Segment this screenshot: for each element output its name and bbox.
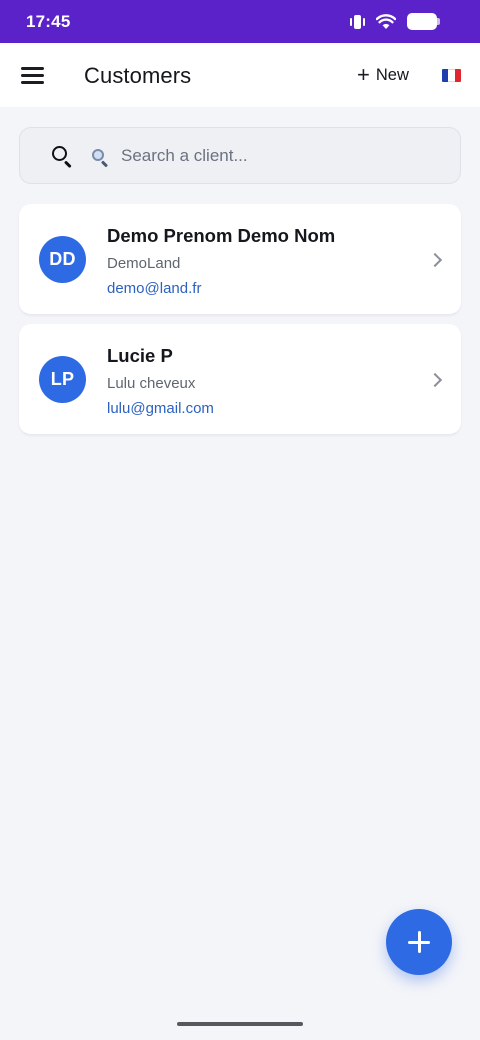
chevron-right-icon: [427, 252, 443, 268]
plus-icon: [408, 931, 430, 953]
avatar: DD: [39, 236, 86, 283]
wifi-icon: [376, 13, 396, 29]
search-icon: [52, 146, 74, 169]
customer-company: DemoLand: [107, 255, 181, 272]
search-box[interactable]: [19, 127, 461, 184]
customer-card[interactable]: DD Demo Prenom Demo Nom DemoLand demo@la…: [19, 204, 461, 315]
chevron-right-icon: [427, 372, 443, 388]
plus-icon: +: [357, 62, 370, 87]
battery-icon: [407, 13, 440, 30]
customer-name: Lucie P: [107, 345, 173, 366]
customer-name: Demo Prenom Demo Nom: [107, 225, 336, 246]
status-time: 17:45: [26, 11, 71, 31]
customer-email[interactable]: demo@land.fr: [107, 280, 201, 297]
status-icons: [350, 13, 440, 30]
customer-email[interactable]: lulu@gmail.com: [107, 400, 214, 417]
flag-fr-icon[interactable]: [442, 69, 461, 82]
customer-card[interactable]: LP Lucie P Lulu cheveux lulu@gmail.com: [19, 324, 461, 435]
search-input[interactable]: [121, 143, 441, 169]
vibrate-icon: [350, 14, 365, 30]
home-indicator[interactable]: [177, 1022, 303, 1026]
magnifier-emoji-icon: [91, 148, 109, 168]
customer-company: Lulu cheveux: [107, 375, 196, 392]
app-bar: Customers + New: [0, 43, 480, 107]
avatar: LP: [39, 356, 86, 403]
status-bar: 17:45: [0, 0, 480, 43]
page-title: Customers: [84, 63, 192, 88]
new-button-label: New: [375, 65, 409, 84]
menu-icon[interactable]: [21, 67, 45, 85]
add-customer-fab[interactable]: [386, 909, 452, 975]
new-button[interactable]: + New: [357, 62, 409, 87]
